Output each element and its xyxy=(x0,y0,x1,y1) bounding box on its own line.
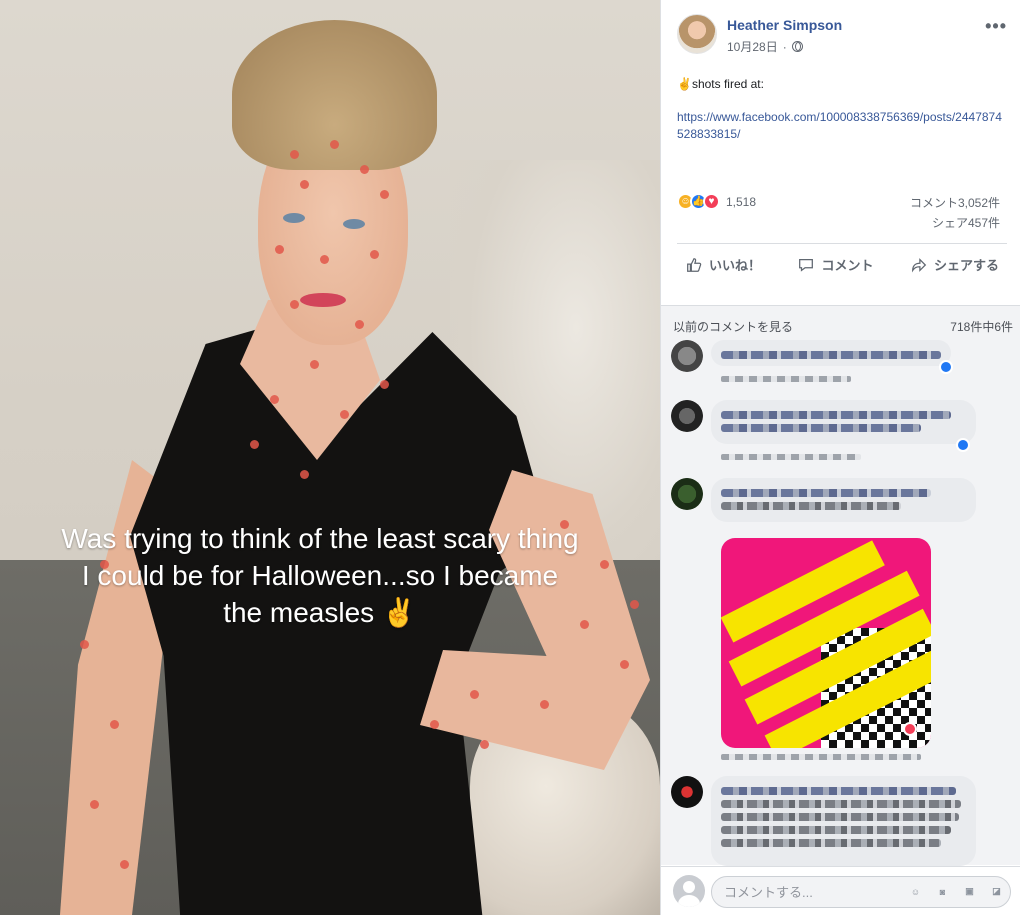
post-date[interactable]: 10月28日 xyxy=(727,38,778,55)
comment-compose-bar: ☺ ◙ ▣ ◪ xyxy=(661,866,1020,915)
comment-button[interactable]: コメント xyxy=(797,255,874,274)
reaction-count: 1,518 xyxy=(726,194,757,209)
post-link[interactable]: https://www.facebook.com/100008338756369… xyxy=(677,109,1007,143)
commenter-avatar[interactable] xyxy=(671,400,703,432)
blurred-comment-meta xyxy=(721,454,861,460)
comment-icon xyxy=(799,258,814,272)
blurred-comment-text xyxy=(721,489,931,497)
post-header: Heather Simpson 10月28日 · ••• xyxy=(677,14,1007,58)
thumbs-up-icon xyxy=(687,257,702,272)
comment-bubble xyxy=(711,400,976,444)
share-count[interactable]: シェア457件 xyxy=(910,213,1000,233)
share-icon xyxy=(912,257,927,272)
camera-icon[interactable]: ◙ xyxy=(934,883,951,900)
like-button[interactable]: いいね！ xyxy=(685,255,761,274)
blurred-comment-text xyxy=(721,826,951,834)
globe-icon xyxy=(791,41,803,52)
blurred-comment-text xyxy=(721,813,959,821)
comment-reaction-icon[interactable] xyxy=(939,360,953,374)
more-options-icon[interactable]: ••• xyxy=(985,16,1007,37)
author-avatar[interactable] xyxy=(677,14,717,54)
post-body: ✌shots fired at: https://www.facebook.co… xyxy=(677,76,1007,143)
comment-bubble xyxy=(711,340,951,366)
emoji-icon[interactable]: ☺ xyxy=(907,883,924,900)
blurred-comment-meta xyxy=(721,376,851,382)
commenter-avatar[interactable] xyxy=(671,776,703,808)
comment-label: コメント xyxy=(821,258,874,273)
blurred-comment-text xyxy=(721,839,941,847)
comment-count[interactable]: コメント3,052件 xyxy=(910,193,1000,213)
blurred-comment-text xyxy=(721,800,961,808)
blurred-comment-text xyxy=(721,351,941,359)
love-icon: ♥ xyxy=(703,193,720,210)
separator-dot: · xyxy=(782,39,787,54)
compose-tools: ☺ ◙ ▣ ◪ xyxy=(907,883,1005,900)
comment-bubble xyxy=(711,478,976,522)
reaction-summary[interactable]: ☺ 👍 ♥ 1,518 xyxy=(677,193,756,210)
post-photo[interactable]: Was trying to think of the least scary t… xyxy=(0,0,660,915)
comment-reaction-icon[interactable] xyxy=(956,438,970,452)
post-text: ✌shots fired at: xyxy=(677,77,764,91)
action-bar: いいね！ コメント シェアする xyxy=(677,243,1007,285)
blurred-comment-text xyxy=(721,411,951,419)
current-user-avatar xyxy=(673,875,705,907)
photo-caption: Was trying to think of the least scary t… xyxy=(61,523,579,628)
blurred-comment-meta xyxy=(721,754,921,760)
blurred-comment-text xyxy=(721,787,956,795)
comments-paging-count: 718件中6件 xyxy=(950,320,1013,334)
comment-reaction-icon[interactable] xyxy=(903,722,917,736)
comment-meme-image[interactable] xyxy=(721,538,931,748)
post-meta: 10月28日 · xyxy=(727,38,803,55)
commenter-avatar[interactable] xyxy=(671,478,703,510)
comments-paging: 以前のコメントを見る 718件中6件 xyxy=(673,318,1013,335)
measles-spots xyxy=(0,0,660,915)
engagement-counts: コメント3,052件 シェア457件 xyxy=(910,193,1000,233)
view-previous-comments-link[interactable]: 以前のコメントを見る xyxy=(673,318,793,335)
commenter-avatar[interactable] xyxy=(671,340,703,372)
blurred-comment-text xyxy=(721,502,901,510)
comment-bubble xyxy=(711,776,976,866)
share-label: シェアする xyxy=(933,258,999,273)
gif-icon[interactable]: ▣ xyxy=(961,883,978,900)
sticker-icon[interactable]: ◪ xyxy=(988,883,1005,900)
like-label: いいね！ xyxy=(709,258,762,273)
blurred-comment-text xyxy=(721,424,921,432)
author-name[interactable]: Heather Simpson xyxy=(727,17,842,33)
post-panel: Heather Simpson 10月28日 · ••• ✌shots fire… xyxy=(660,0,1020,915)
share-button[interactable]: シェアする xyxy=(910,255,999,274)
